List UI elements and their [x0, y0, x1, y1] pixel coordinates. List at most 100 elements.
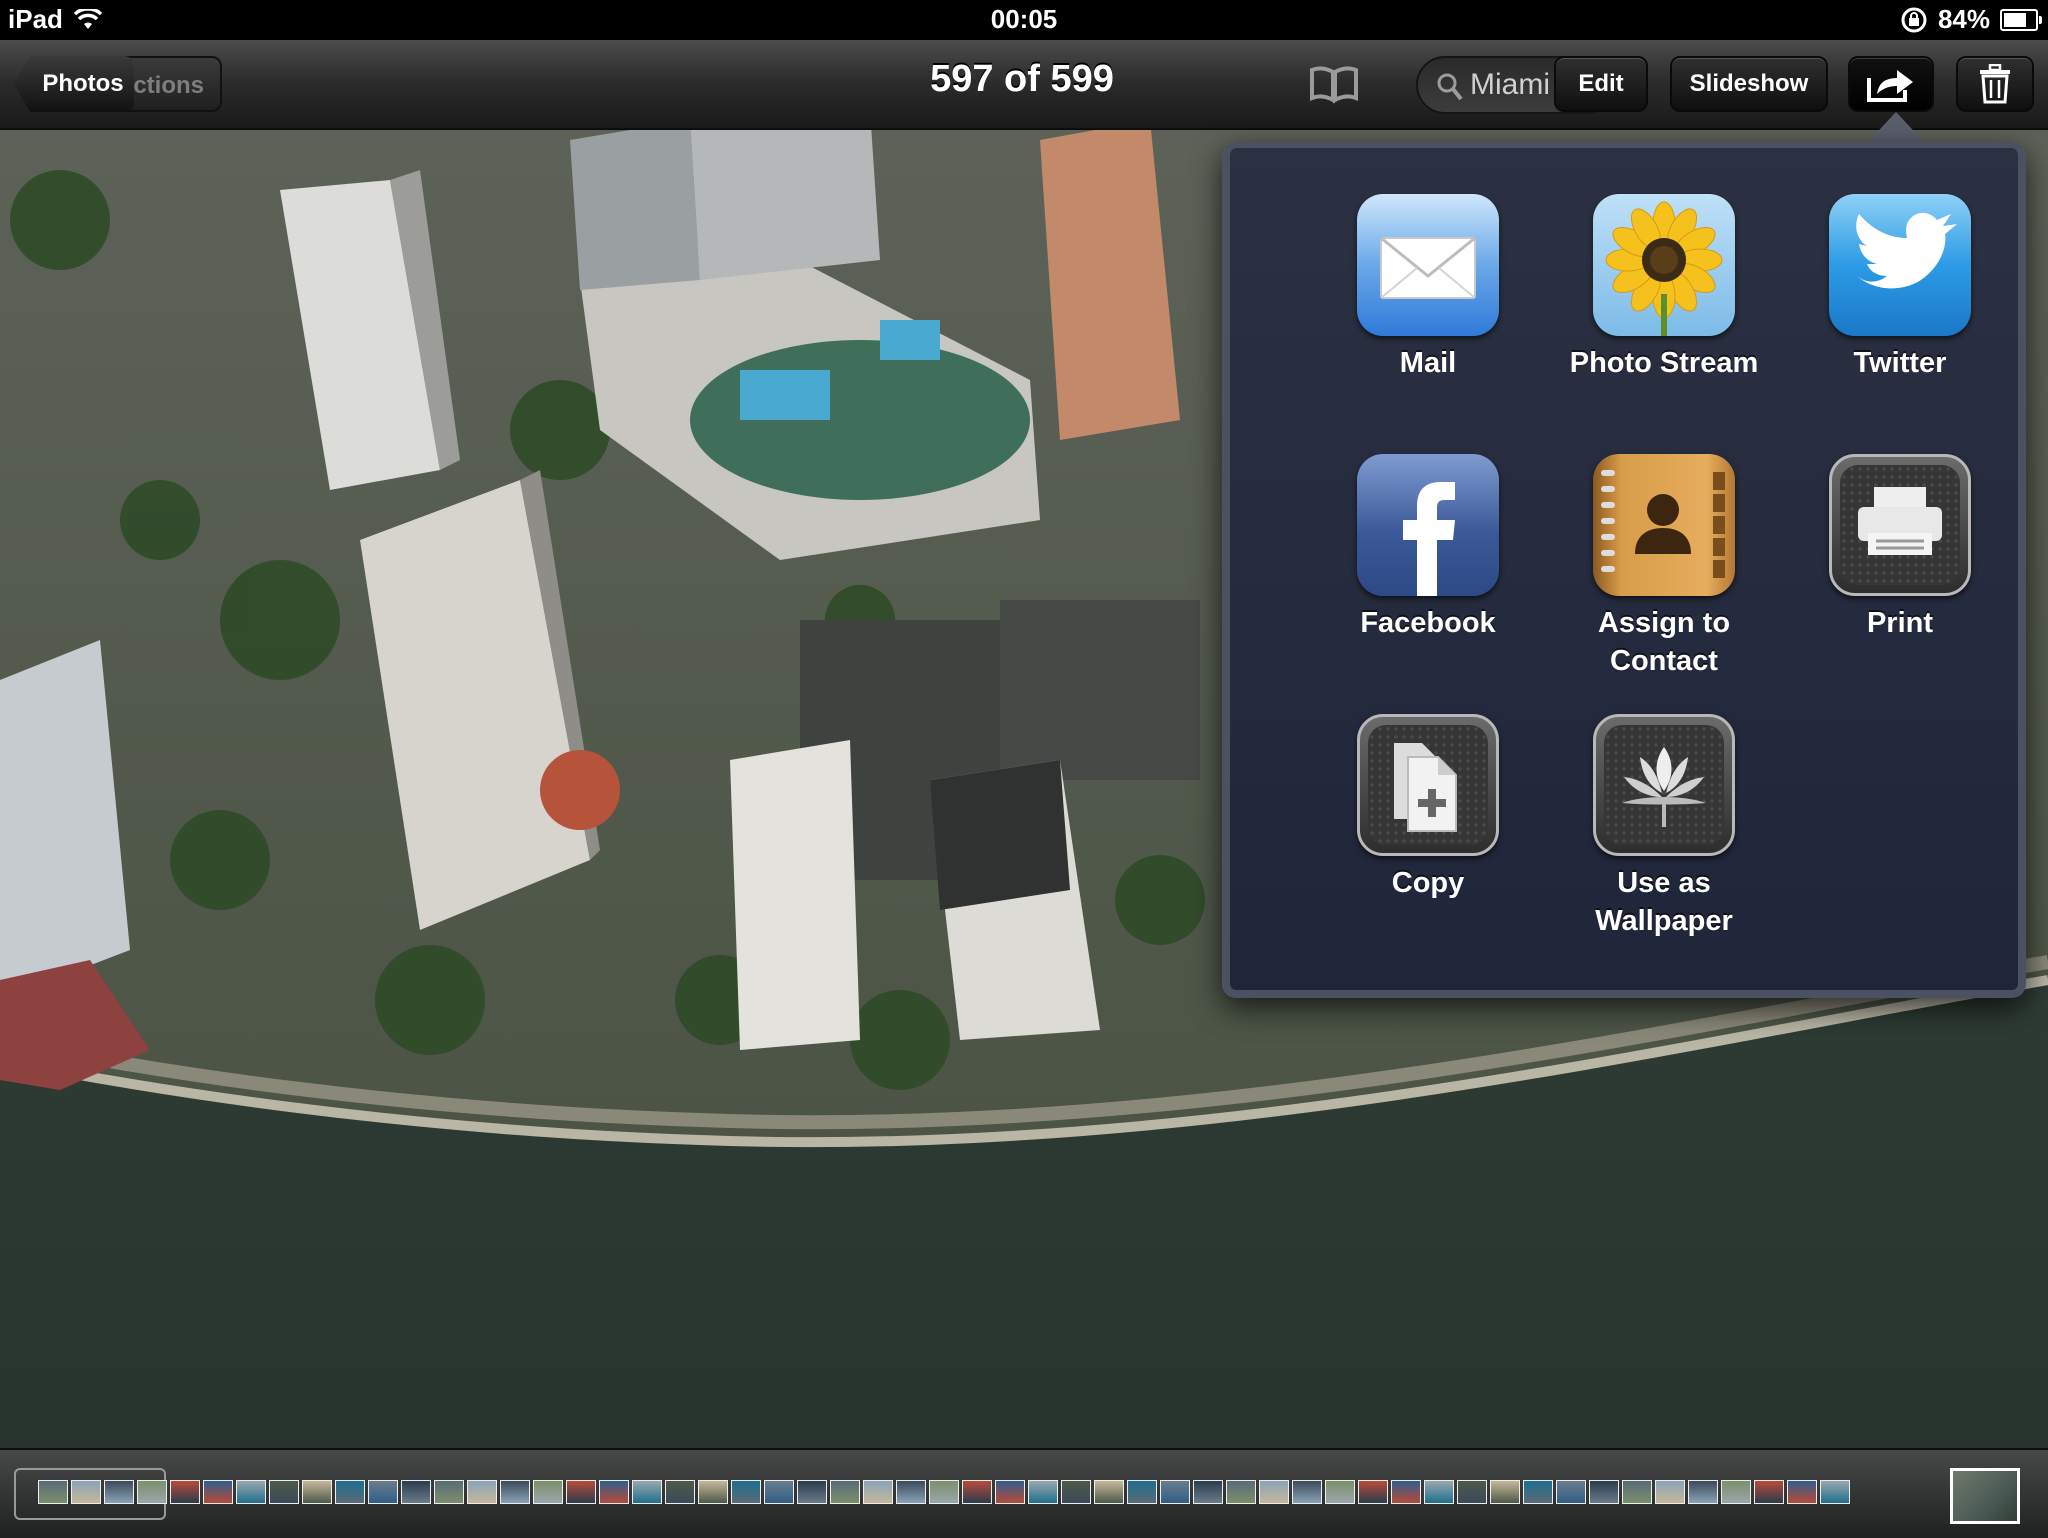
thumbnail[interactable]	[1457, 1480, 1487, 1504]
share-twitter-label: Twitter	[1853, 347, 1947, 379]
photo-stream-icon	[1605, 201, 1723, 336]
thumbnail[interactable]	[1523, 1480, 1553, 1504]
thumbnail[interactable]	[566, 1480, 596, 1504]
back-button[interactable]: Photos	[14, 56, 134, 112]
share-twitter[interactable]: Twitter	[1782, 194, 2018, 382]
thumbnail[interactable]	[1787, 1480, 1817, 1504]
photo-counter-title: 597 of 599	[930, 58, 1114, 100]
share-popover: Mail Photo Stream Twitter Facebook Assig…	[1222, 142, 2026, 998]
navigation-bar: ctions Photos 597 of 599 Miami Edit Slid…	[0, 40, 2048, 130]
thumbnail[interactable]	[533, 1480, 563, 1504]
wallpaper-icon	[1622, 747, 1706, 827]
thumbnail[interactable]	[1358, 1480, 1388, 1504]
share-wallpaper-label: Use as Wallpaper	[1595, 867, 1733, 937]
thumbnail[interactable]	[929, 1480, 959, 1504]
thumbnail[interactable]	[335, 1480, 365, 1504]
thumbnail[interactable]	[1556, 1480, 1586, 1504]
share-copy[interactable]: Copy	[1310, 714, 1546, 902]
share-print-label: Print	[1866, 607, 1934, 639]
search-icon	[1437, 73, 1463, 101]
thumbnail[interactable]	[1721, 1480, 1751, 1504]
thumbnail[interactable]	[203, 1480, 233, 1504]
copy-icon	[1394, 743, 1457, 832]
share-copy-label: Copy	[1391, 867, 1465, 899]
share-icon	[1867, 70, 1913, 102]
thumbnail[interactable]	[302, 1480, 332, 1504]
thumbnail[interactable]	[1688, 1480, 1718, 1504]
thumbnail[interactable]	[368, 1480, 398, 1504]
thumbnail[interactable]	[38, 1480, 68, 1504]
contact-icon	[1601, 470, 1725, 578]
slideshow-button[interactable]: Slideshow	[1670, 56, 1828, 112]
thumbnail[interactable]	[962, 1480, 992, 1504]
thumbnail[interactable]	[1655, 1480, 1685, 1504]
thumbnail[interactable]	[599, 1480, 629, 1504]
print-icon	[1858, 487, 1942, 555]
mail-icon	[1380, 236, 1476, 299]
thumbnail[interactable]	[137, 1480, 167, 1504]
popover-arrow	[1866, 112, 1926, 144]
thumbnail[interactable]	[1127, 1480, 1157, 1504]
thumbnail[interactable]	[698, 1480, 728, 1504]
thumbnail[interactable]	[500, 1480, 530, 1504]
share-photo-stream-label: Photo Stream	[1569, 347, 1759, 379]
thumbnail[interactable]	[797, 1480, 827, 1504]
thumbnail[interactable]	[236, 1480, 266, 1504]
thumbnail[interactable]	[1094, 1480, 1124, 1504]
share-mail[interactable]: Mail	[1310, 194, 1546, 382]
share-facebook[interactable]: Facebook	[1310, 454, 1546, 642]
status-time: 00:05	[990, 4, 1058, 34]
bookmark-icon[interactable]	[1308, 64, 1360, 104]
thumbnail[interactable]	[764, 1480, 794, 1504]
thumbnail[interactable]	[1160, 1480, 1190, 1504]
thumbnail[interactable]	[1325, 1480, 1355, 1504]
share-facebook-label: Facebook	[1360, 607, 1496, 639]
thumbnail[interactable]	[632, 1480, 662, 1504]
share-wallpaper[interactable]: Use as Wallpaper	[1546, 714, 1782, 940]
share-assign-contact-label: Assign to Contact	[1597, 607, 1731, 677]
share-photo-stream[interactable]: Photo Stream	[1546, 194, 1782, 382]
thumbnail[interactable]	[1259, 1480, 1289, 1504]
share-mail-label: Mail	[1399, 347, 1457, 379]
thumbnail[interactable]	[1490, 1480, 1520, 1504]
battery-icon	[2000, 8, 2042, 31]
thumbnail[interactable]	[1589, 1480, 1619, 1504]
thumbnail[interactable]	[104, 1480, 134, 1504]
facebook-icon	[1403, 482, 1455, 596]
thumbnail[interactable]	[1061, 1480, 1091, 1504]
thumbnail[interactable]	[170, 1480, 200, 1504]
thumbnail[interactable]	[665, 1480, 695, 1504]
search-text: Miami	[1470, 68, 1550, 101]
delete-button[interactable]	[1956, 56, 2034, 112]
thumbnail[interactable]	[1622, 1480, 1652, 1504]
current-photo-thumbnail[interactable]	[1950, 1468, 2020, 1524]
thumbnail[interactable]	[830, 1480, 860, 1504]
edit-button[interactable]: Edit	[1554, 56, 1648, 112]
thumbnail[interactable]	[1754, 1480, 1784, 1504]
trash-icon	[1980, 63, 2010, 104]
thumbnail[interactable]	[995, 1480, 1025, 1504]
thumbnail[interactable]	[1193, 1480, 1223, 1504]
thumbnail[interactable]	[1226, 1480, 1256, 1504]
thumbnail[interactable]	[434, 1480, 464, 1504]
thumbnail[interactable]	[863, 1480, 893, 1504]
thumbnail[interactable]	[269, 1480, 299, 1504]
status-bar: iPad 00:05 84%	[0, 0, 2048, 40]
thumbnail[interactable]	[731, 1480, 761, 1504]
thumbnail[interactable]	[1391, 1480, 1421, 1504]
thumbnail[interactable]	[467, 1480, 497, 1504]
share-assign-contact[interactable]: Assign to Contact	[1546, 454, 1782, 680]
share-button[interactable]	[1848, 56, 1934, 112]
share-print[interactable]: Print	[1782, 454, 2018, 642]
thumbnail[interactable]	[1820, 1480, 1850, 1504]
thumbnail[interactable]	[401, 1480, 431, 1504]
thumbnail[interactable]	[1292, 1480, 1322, 1504]
thumbnail[interactable]	[1424, 1480, 1454, 1504]
thumbnail[interactable]	[71, 1480, 101, 1504]
thumbnail[interactable]	[1028, 1480, 1058, 1504]
battery-percent: 84%	[1937, 4, 1990, 34]
thumbnail-scrubber[interactable]	[0, 1448, 2048, 1538]
thumbnail-list[interactable]	[38, 1480, 1850, 1504]
thumbnail[interactable]	[896, 1480, 926, 1504]
twitter-icon	[1853, 212, 1957, 289]
